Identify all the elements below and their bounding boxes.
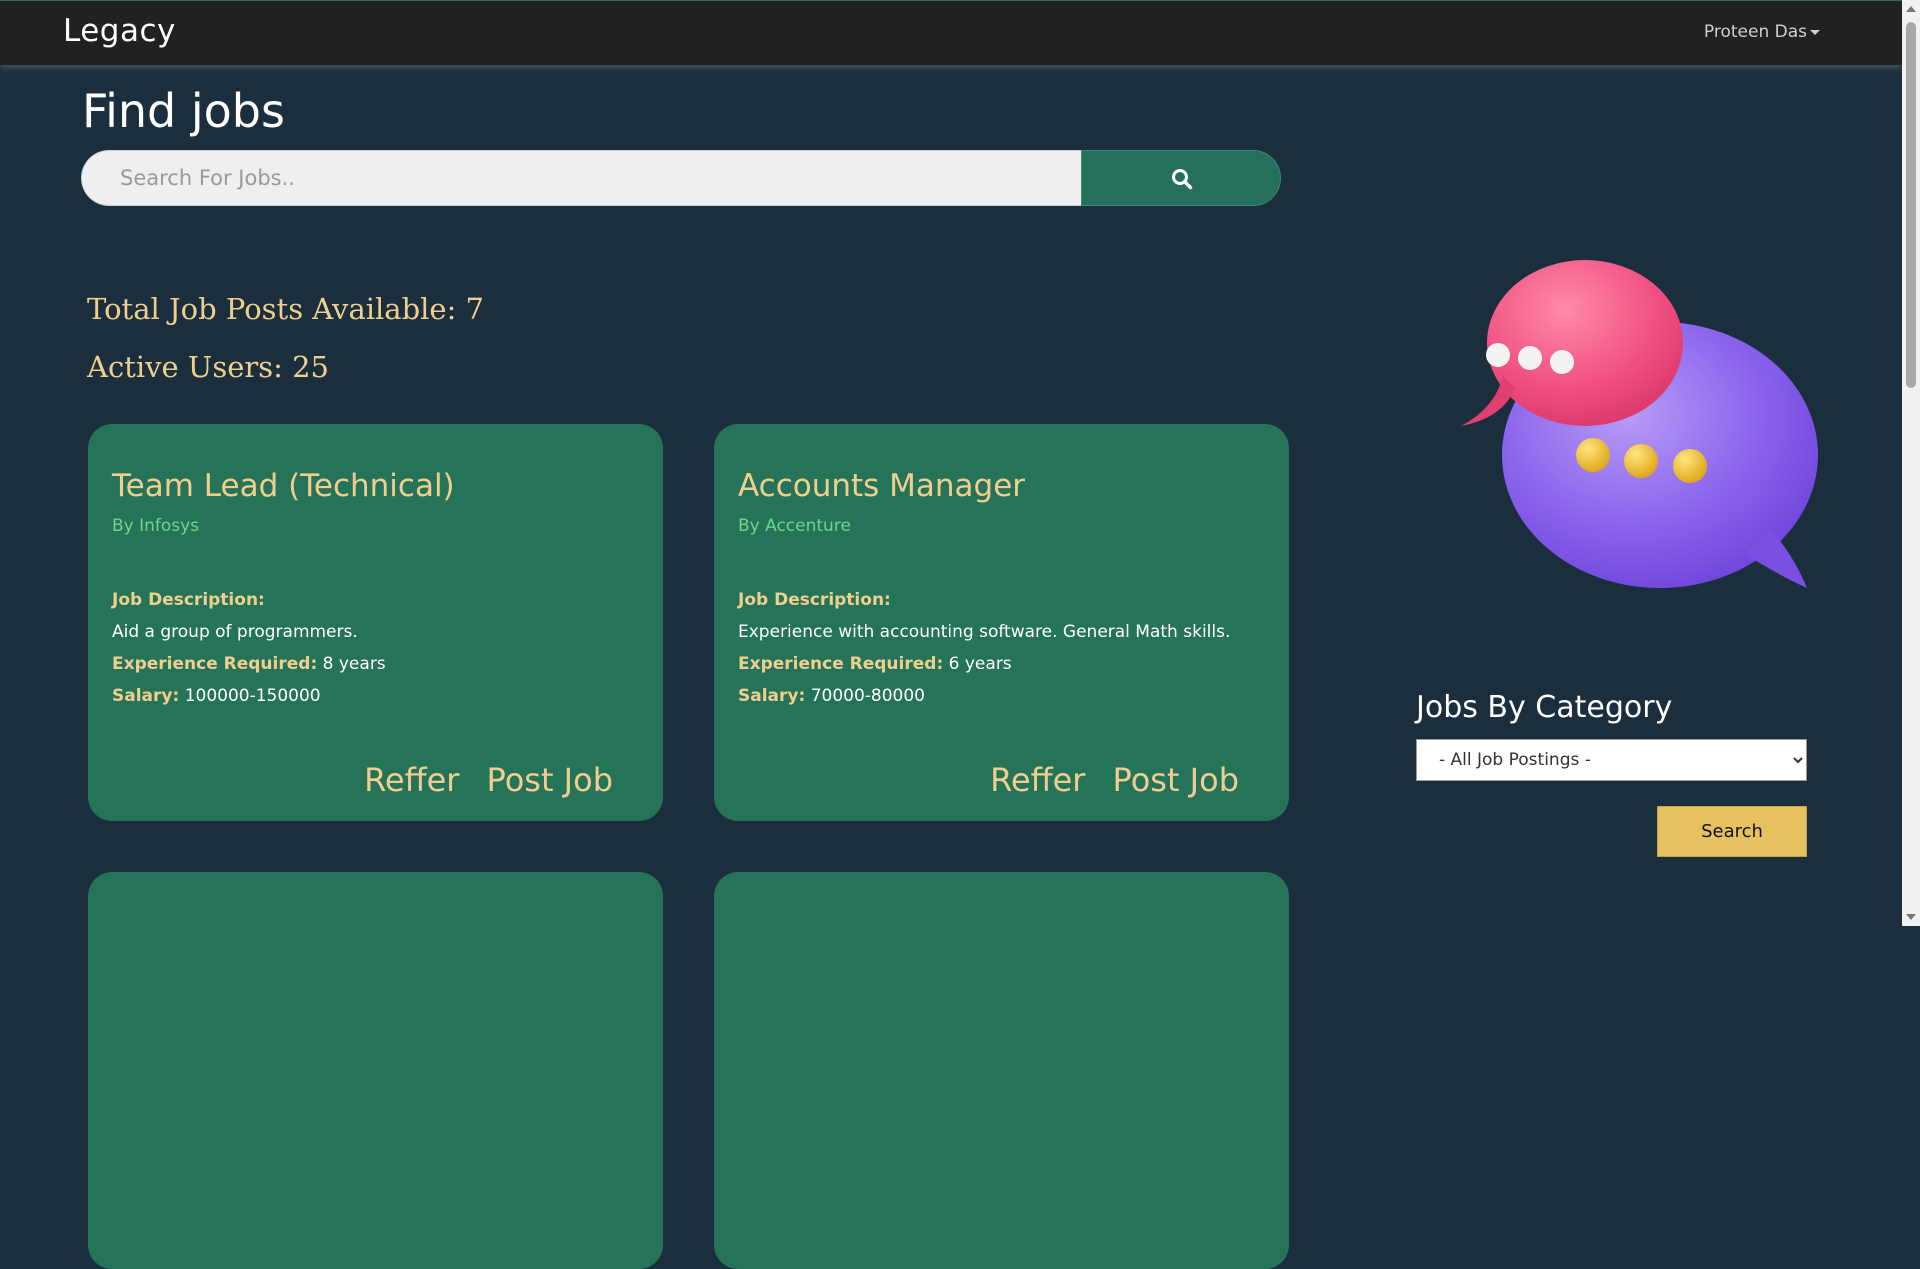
category-select[interactable]: - All Job Postings - xyxy=(1416,739,1807,781)
job-description: Experience with accounting software. Gen… xyxy=(738,622,1231,642)
caret-down-icon xyxy=(1810,29,1820,35)
job-title: Accounts Manager xyxy=(738,468,1026,504)
job-card: Team Lead (Technical) By Infosys Job Des… xyxy=(88,424,663,821)
job-card-partial xyxy=(714,872,1289,1269)
description-label: Job Description: xyxy=(112,590,265,610)
post-job-link[interactable]: Post Job xyxy=(487,761,613,799)
page-title: Find jobs xyxy=(82,84,285,138)
user-menu-dropdown[interactable]: Proteen Das xyxy=(1704,22,1820,42)
brand-logo[interactable]: Legacy xyxy=(63,13,176,49)
search-input[interactable] xyxy=(81,150,1081,206)
job-salary: 100000-150000 xyxy=(184,686,321,706)
job-description: Aid a group of programmers. xyxy=(112,622,358,642)
page-scrollbar[interactable] xyxy=(1902,0,1920,926)
card-actions: Reffer Post Job xyxy=(968,761,1239,799)
top-navbar: Legacy Proteen Das xyxy=(0,0,1902,65)
card-actions: Reffer Post Job xyxy=(342,761,613,799)
job-company: By Accenture xyxy=(738,516,851,536)
job-details: Job Description: Aid a group of programm… xyxy=(112,584,642,712)
active-users-stat: Active Users: 25 xyxy=(87,350,329,384)
user-name: Proteen Das xyxy=(1703,22,1807,42)
job-company: By Infosys xyxy=(112,516,200,536)
job-experience: 6 years xyxy=(948,654,1012,674)
salary-label: Salary: xyxy=(112,686,180,706)
category-search-button[interactable]: Search xyxy=(1657,806,1807,857)
scroll-down-arrow-icon[interactable] xyxy=(1906,914,1916,920)
job-salary: 70000-80000 xyxy=(810,686,925,706)
job-details: Job Description: Experience with account… xyxy=(738,584,1268,712)
experience-label: Experience Required: xyxy=(738,654,944,674)
refer-link[interactable]: Reffer xyxy=(364,761,459,799)
job-card-partial xyxy=(88,872,663,1269)
job-title: Team Lead (Technical) xyxy=(112,468,455,504)
search-icon xyxy=(1172,169,1193,190)
job-experience: 8 years xyxy=(322,654,386,674)
post-job-link[interactable]: Post Job xyxy=(1113,761,1239,799)
chat-bubbles-illustration xyxy=(1461,260,1818,588)
experience-label: Experience Required: xyxy=(112,654,318,674)
scroll-up-arrow-icon[interactable] xyxy=(1906,6,1916,12)
job-search-bar xyxy=(81,150,1281,206)
description-label: Job Description: xyxy=(738,590,891,610)
scrollbar-thumb[interactable] xyxy=(1906,22,1916,388)
job-card: Accounts Manager By Accenture Job Descri… xyxy=(714,424,1289,821)
total-jobs-stat: Total Job Posts Available: 7 xyxy=(87,292,485,326)
refer-link[interactable]: Reffer xyxy=(990,761,1085,799)
category-heading: Jobs By Category xyxy=(1416,690,1673,725)
search-button[interactable] xyxy=(1081,150,1281,206)
salary-label: Salary: xyxy=(738,686,806,706)
